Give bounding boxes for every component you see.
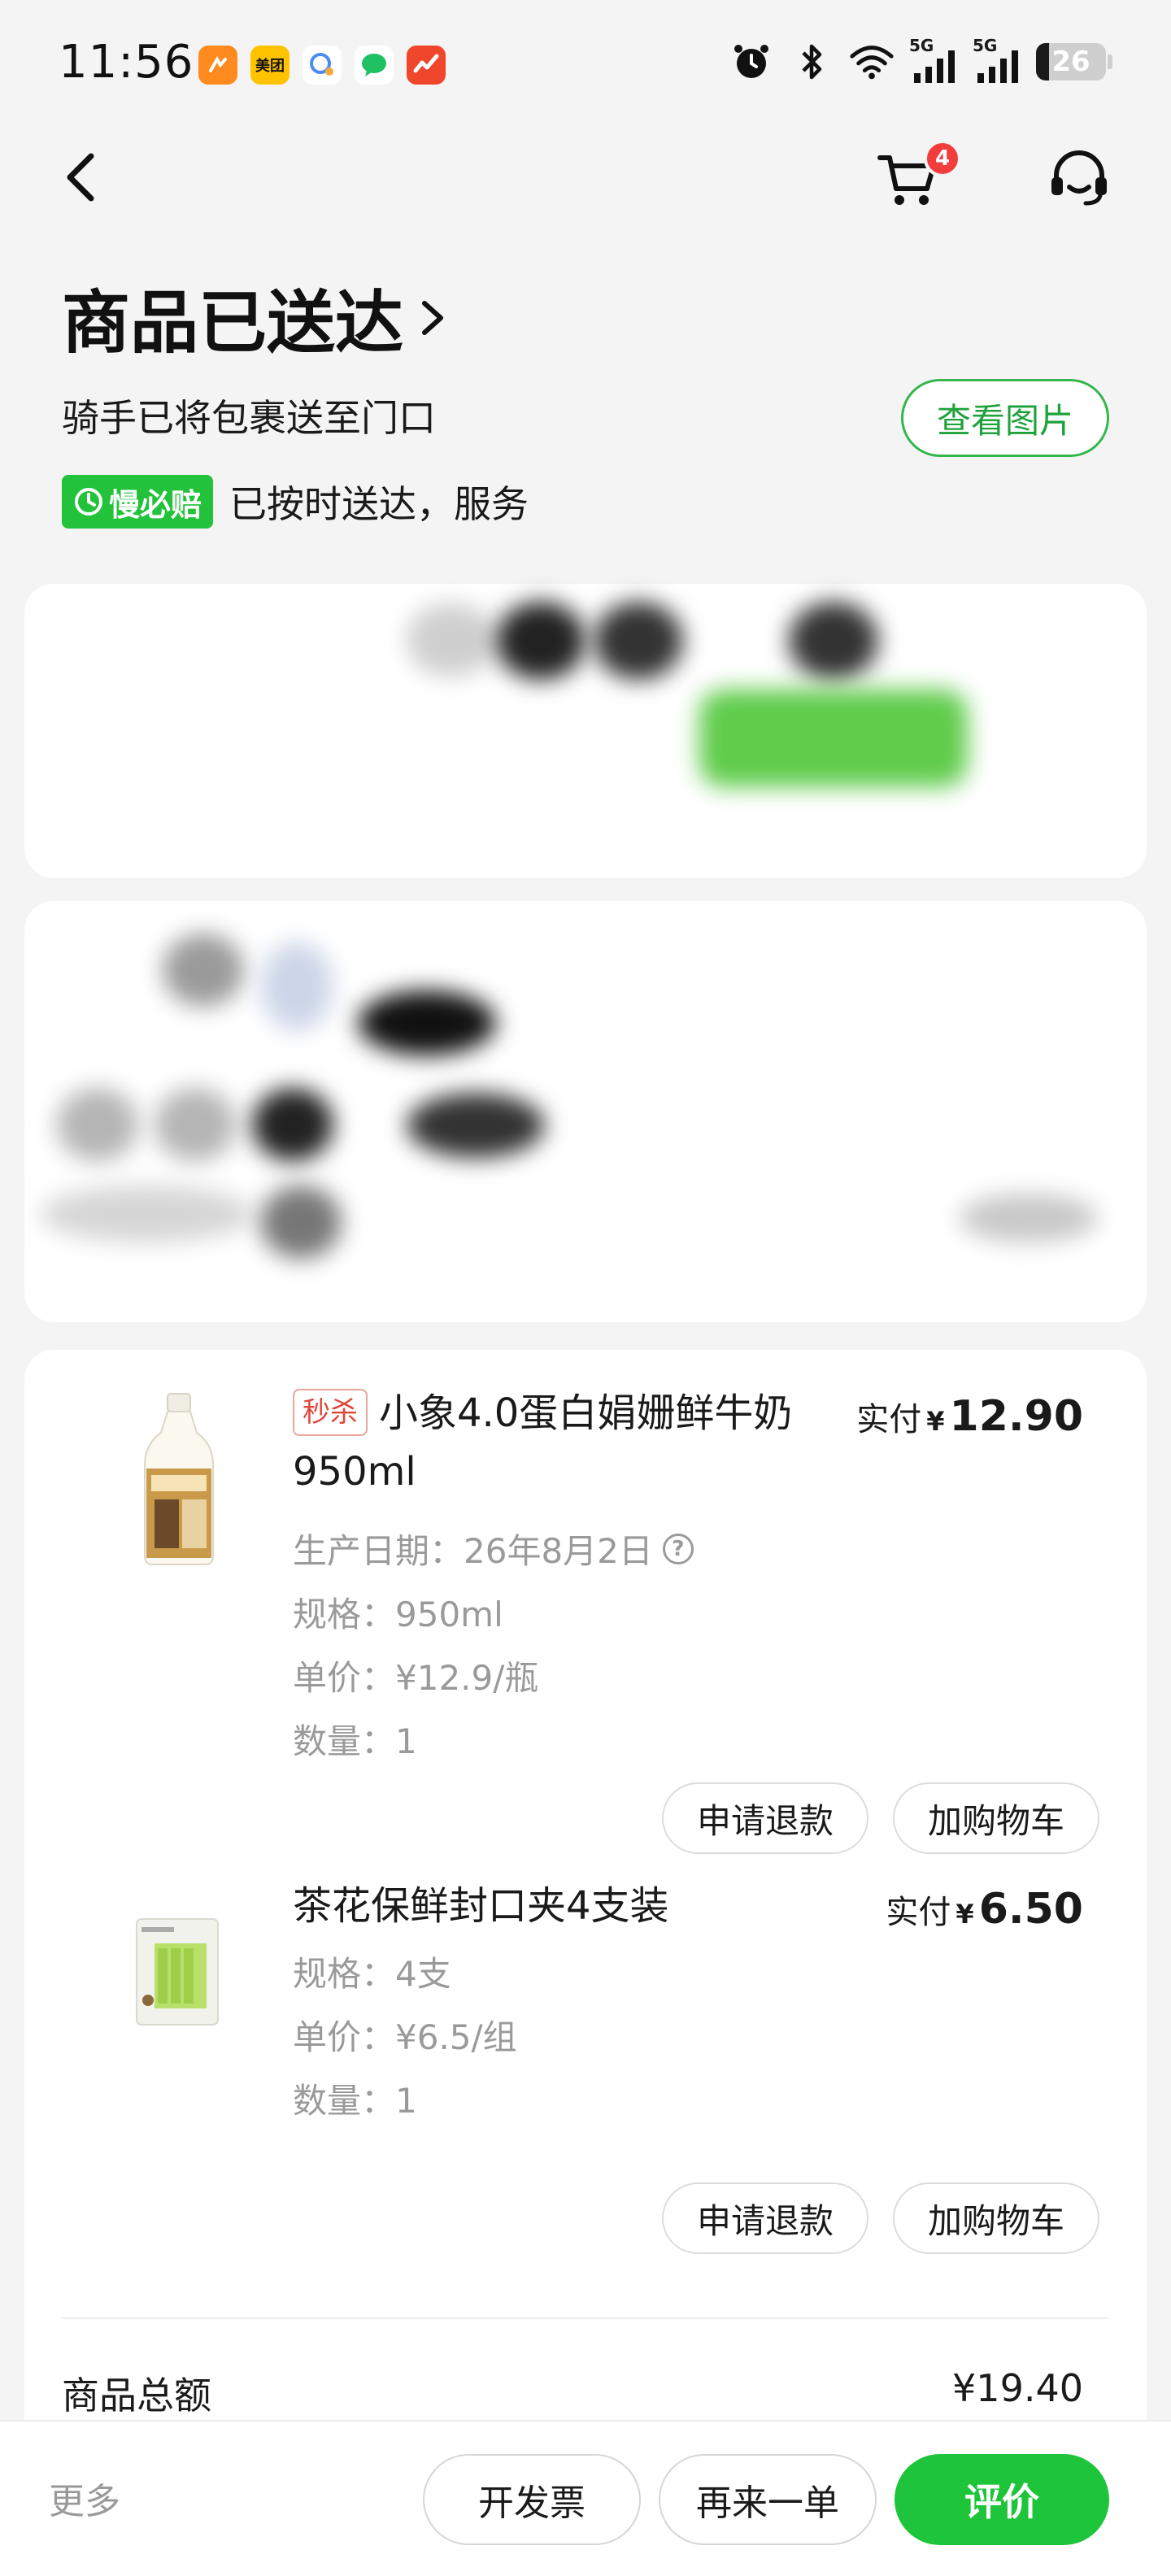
blurred-region (252, 1088, 333, 1161)
subtotal-row: 商品总额 ¥19.40 (62, 2366, 1083, 2420)
alarm-icon (729, 39, 774, 85)
product-name-text: 小象4.0蛋白娟姗鲜牛奶950ml (293, 1390, 793, 1495)
message-icon (355, 46, 394, 85)
refund-button[interactable]: 申请退款 (662, 2182, 868, 2254)
signal-icon: 5G (909, 36, 958, 85)
product-name: 秒杀 小象4.0蛋白娟姗鲜牛奶950ml (293, 1384, 813, 1501)
blurred-region (407, 1093, 545, 1158)
chevron-right-icon (422, 300, 444, 335)
reorder-button[interactable]: 再来一单 (659, 2454, 877, 2545)
price-label: 实付 (856, 1401, 922, 1438)
flash-sale-tag: 秒杀 (293, 1389, 368, 1436)
product-item[interactable]: 秒杀 小象4.0蛋白娟姗鲜牛奶950ml 实付 ¥ 12.90 生产日期：26年8… (24, 1350, 1147, 1854)
chat-icon (303, 46, 342, 85)
milk-bottle-icon (144, 1393, 214, 1565)
more-button[interactable]: 更多 (49, 2472, 120, 2524)
invoice-button[interactable]: 开发票 (423, 2454, 641, 2545)
guarantee-badge-text: 慢必赔 (109, 486, 202, 523)
blurred-region (260, 942, 333, 1031)
chevron-left-icon (67, 153, 94, 202)
blurred-region (260, 1186, 342, 1259)
battery-icon: 26 (1036, 43, 1112, 80)
currency-symbol: ¥ (926, 1406, 945, 1437)
review-button[interactable]: 评价 (895, 2454, 1109, 2545)
status-bar: 11:56 美团 5G 5G 26 (0, 0, 1171, 130)
product-name: 茶花保鲜封口夹4支装 (293, 1883, 669, 1929)
production-date: 生产日期：26年8月2日 ? (293, 1524, 694, 1573)
refund-button[interactable]: 申请退款 (662, 1782, 868, 1854)
blurred-region (407, 603, 496, 677)
product-quantity: 数量：1 (293, 1721, 417, 1761)
blurred-region (960, 1194, 1098, 1242)
product-price: 实付 ¥ 6.50 (886, 1885, 1083, 1934)
product-item[interactable]: 茶花保鲜封口夹4支装 实付 ¥ 6.50 规格：4支 单价：¥6.5/组 数量：… (24, 1870, 1147, 2261)
divider (62, 2317, 1109, 2319)
back-button[interactable] (54, 148, 106, 207)
guarantee-badge: 慢必赔 (62, 475, 214, 529)
status-title-text: 商品已送达 (62, 283, 404, 363)
product-price: 实付 ¥ 12.90 (856, 1392, 1083, 1441)
blurred-region (163, 933, 244, 1007)
order-items-card: 秒杀 小象4.0蛋白娟姗鲜牛奶950ml 实付 ¥ 12.90 生产日期：26年8… (24, 1350, 1147, 2545)
blurred-button (699, 690, 968, 787)
price-value: 6.50 (978, 1885, 1083, 1934)
blurred-region (358, 990, 496, 1055)
production-date-text: 生产日期：26年8月2日 (293, 1531, 653, 1571)
blurred-region (41, 1186, 252, 1242)
product-image-clip (122, 1903, 233, 2038)
blurred-region (594, 602, 683, 680)
help-icon[interactable]: ? (662, 1533, 694, 1564)
bluetooth-icon (789, 39, 834, 85)
delivery-status-title[interactable]: 商品已送达 (62, 268, 449, 367)
currency-symbol: ¥ (956, 1899, 974, 1930)
customer-service-button[interactable] (1044, 146, 1114, 211)
battery-level: 26 (1051, 46, 1090, 78)
signal-label: 5G (909, 36, 934, 55)
product-unit-price: 单价：¥6.5/组 (293, 2017, 517, 2057)
bottom-action-bar: 更多 开发票 再来一单 评价 (0, 2420, 1171, 2576)
product-quantity: 数量：1 (293, 2081, 417, 2121)
meituan-icon: 美团 (250, 46, 289, 85)
sealing-clip-icon (136, 1918, 219, 2026)
blurred-region (496, 602, 586, 680)
view-photo-button[interactable]: 查看图片 (901, 379, 1109, 457)
meituan-waimai-icon (198, 46, 237, 85)
subtotal-value: ¥19.40 (952, 2366, 1083, 2410)
subtotal-label: 商品总额 (62, 2374, 211, 2417)
signal-label: 5G (973, 36, 998, 55)
product-image-milk (122, 1390, 236, 1569)
address-card (24, 901, 1147, 1322)
notification-icons: 美团 (198, 46, 446, 85)
blurred-region (57, 1088, 138, 1161)
price-value: 12.90 (949, 1392, 1083, 1441)
wifi-icon (849, 39, 895, 85)
product-unit-price: 单价：¥12.9/瓶 (293, 1658, 539, 1698)
top-nav: 4 (0, 130, 1171, 220)
add-to-cart-button[interactable]: 加购物车 (893, 1782, 1099, 1854)
cart-count-badge: 4 (924, 140, 961, 177)
delivery-status-subtitle: 骑手已将包裹送至门口 (62, 396, 436, 440)
product-spec: 规格：950ml (293, 1595, 503, 1634)
clock: 11:56 (59, 36, 194, 89)
stock-icon (407, 46, 446, 85)
clock-icon (75, 488, 102, 516)
signal-icon: 5G (973, 36, 1021, 85)
headset-icon (1051, 150, 1107, 206)
price-label: 实付 (886, 1894, 951, 1931)
blurred-region (155, 1088, 236, 1161)
add-to-cart-button[interactable]: 加购物车 (893, 2182, 1099, 2254)
blurred-region (789, 602, 878, 680)
product-spec: 规格：4支 (293, 1954, 451, 1994)
guarantee-text: 已按时送达，服务 (229, 482, 529, 526)
cart-button[interactable]: 4 (875, 140, 961, 211)
rider-info-card (24, 584, 1147, 878)
guarantee-row: 慢必赔 已按时送达，服务 (62, 475, 529, 529)
